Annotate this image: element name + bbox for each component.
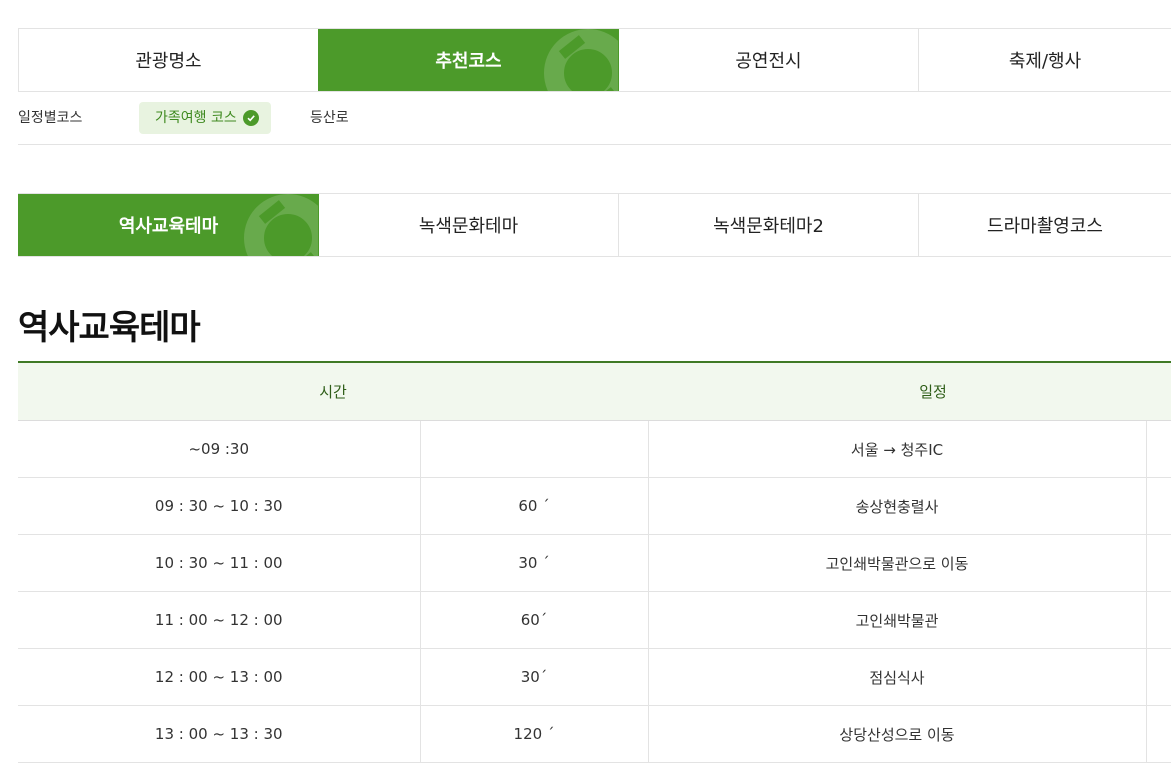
tab-label: 추천코스 xyxy=(435,51,502,72)
tab-label: 녹색문화테마2 xyxy=(713,216,824,237)
tab-label: 관광명소 xyxy=(135,51,202,72)
place-cell: 서울 → 청주IC xyxy=(647,420,1147,478)
theme-tab-bar: 역사교육테마 녹색문화테마 녹색문화테마2 드라마촬영코스 xyxy=(18,193,1171,257)
duration-cell: 60´ xyxy=(419,591,649,649)
leaf-swirl-icon xyxy=(244,194,318,256)
tab-green-culture[interactable]: 녹색문화테마 xyxy=(318,194,618,256)
leaf-swirl-icon xyxy=(544,29,618,91)
place-cell: 고인쇄박물관으로 이동 xyxy=(647,534,1147,592)
check-circle-icon xyxy=(242,110,259,126)
extra-cell xyxy=(1145,705,1171,763)
schedule-table: 시간 일정 ~09 :30 서울 → 청주IC 09 : 30 ~ 10 : 3… xyxy=(18,361,1171,763)
tab-label: 공연전시 xyxy=(735,51,802,72)
course-type-nav: 일정별코스 가족여행 코스 등산로 xyxy=(18,100,1171,145)
tab-history-education[interactable]: 역사교육테마 xyxy=(18,194,318,256)
place-cell: 상당산성으로 이동 xyxy=(647,705,1147,763)
tab-festivals[interactable]: 축제/행사 xyxy=(918,29,1171,91)
sub-item-label: 가족여행 코스 xyxy=(155,110,237,126)
header-schedule: 일정 xyxy=(648,363,1171,421)
table-header-row: 시간 일정 xyxy=(18,363,1171,421)
table-row: ~09 :30 서울 → 청주IC xyxy=(18,420,1171,478)
tab-label: 역사교육테마 xyxy=(118,216,219,237)
place-cell: 송상현충렬사 xyxy=(647,477,1147,535)
tab-label: 축제/행사 xyxy=(1008,51,1082,72)
extra-cell xyxy=(1145,420,1171,478)
sub-item-family-course[interactable]: 가족여행 코스 xyxy=(139,102,271,134)
duration-cell: 30´ xyxy=(419,648,649,706)
time-cell: 10 : 30 ~ 11 : 00 xyxy=(18,534,420,592)
header-time: 시간 xyxy=(18,363,649,421)
time-cell: 13 : 00 ~ 13 : 30 xyxy=(18,705,420,763)
tab-attractions[interactable]: 관광명소 xyxy=(18,29,318,91)
table-row: 12 : 00 ~ 13 : 00 30´ 점심식사 xyxy=(18,648,1171,706)
place-cell: 고인쇄박물관 xyxy=(647,591,1147,649)
time-cell: 12 : 00 ~ 13 : 00 xyxy=(18,648,420,706)
tab-drama-filming-course[interactable]: 드라마촬영코스 xyxy=(918,194,1171,256)
table-row: 10 : 30 ~ 11 : 00 30 ´ 고인쇄박물관으로 이동 xyxy=(18,534,1171,592)
extra-cell xyxy=(1145,534,1171,592)
table-row: 11 : 00 ~ 12 : 00 60´ 고인쇄박물관 xyxy=(18,591,1171,649)
place-cell: 점심식사 xyxy=(647,648,1147,706)
tab-green-culture-2[interactable]: 녹색문화테마2 xyxy=(618,194,918,256)
duration-cell: 60 ´ xyxy=(419,477,649,535)
table-row: 09 : 30 ~ 10 : 30 60 ´ 송상현충렬사 xyxy=(18,477,1171,535)
page-title: 역사교육테마 xyxy=(18,308,201,348)
time-cell: ~09 :30 xyxy=(18,420,420,478)
table-row: 13 : 00 ~ 13 : 30 120 ´ 상당산성으로 이동 xyxy=(18,705,1171,763)
extra-cell xyxy=(1145,591,1171,649)
extra-cell xyxy=(1145,477,1171,535)
duration-cell: 120 ´ xyxy=(419,705,649,763)
extra-cell xyxy=(1145,648,1171,706)
tab-recommended-courses[interactable]: 추천코스 xyxy=(318,29,618,91)
sub-item-schedule-course[interactable]: 일정별코스 xyxy=(18,102,82,134)
duration-cell xyxy=(419,420,649,478)
tab-label: 녹색문화테마 xyxy=(418,216,519,237)
duration-cell: 30 ´ xyxy=(419,534,649,592)
tab-performances[interactable]: 공연전시 xyxy=(618,29,918,91)
time-cell: 09 : 30 ~ 10 : 30 xyxy=(18,477,420,535)
main-tab-bar: 관광명소 추천코스 공연전시 축제/행사 xyxy=(18,28,1171,92)
sub-item-hiking-trail[interactable]: 등산로 xyxy=(310,102,349,134)
time-cell: 11 : 00 ~ 12 : 00 xyxy=(18,591,420,649)
tab-label: 드라마촬영코스 xyxy=(987,216,1103,237)
